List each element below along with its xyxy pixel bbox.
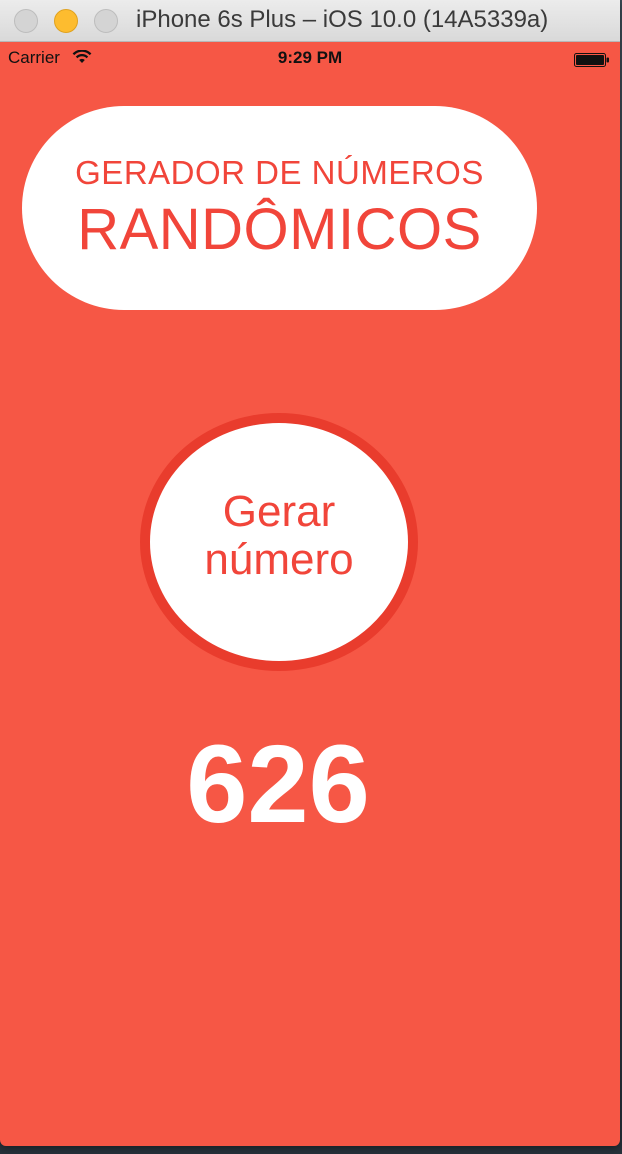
window-zoom-button[interactable] [94,9,118,33]
window-titlebar[interactable]: iPhone 6s Plus – iOS 10.0 (14A5339a) [0,0,620,42]
window-title: iPhone 6s Plus – iOS 10.0 (14A5339a) [136,6,549,33]
app-title-banner: GERADOR DE NÚMEROS RANDÔMICOS [22,106,537,310]
app-title-line1: GERADOR DE NÚMEROS [75,154,484,191]
app-title-line2: RANDÔMICOS [77,197,482,262]
generate-number-button[interactable]: Gerar número [140,413,418,671]
random-number-result: 626 [186,723,370,846]
status-bar: Carrier 9:29 PM [0,42,620,74]
generate-button-label-line1: Gerar [222,487,336,536]
simulator-window: iPhone 6s Plus – iOS 10.0 (14A5339a) Car… [0,0,620,1146]
device-screen: Carrier 9:29 PM GERADOR DE NÚMEROS RANDÔ… [0,42,620,1146]
window-minimize-button[interactable] [54,9,78,33]
status-time: 9:29 PM [277,48,343,67]
battery-icon [574,53,609,67]
generate-button-label-line2: número [204,535,354,584]
window-close-button[interactable] [14,9,38,33]
